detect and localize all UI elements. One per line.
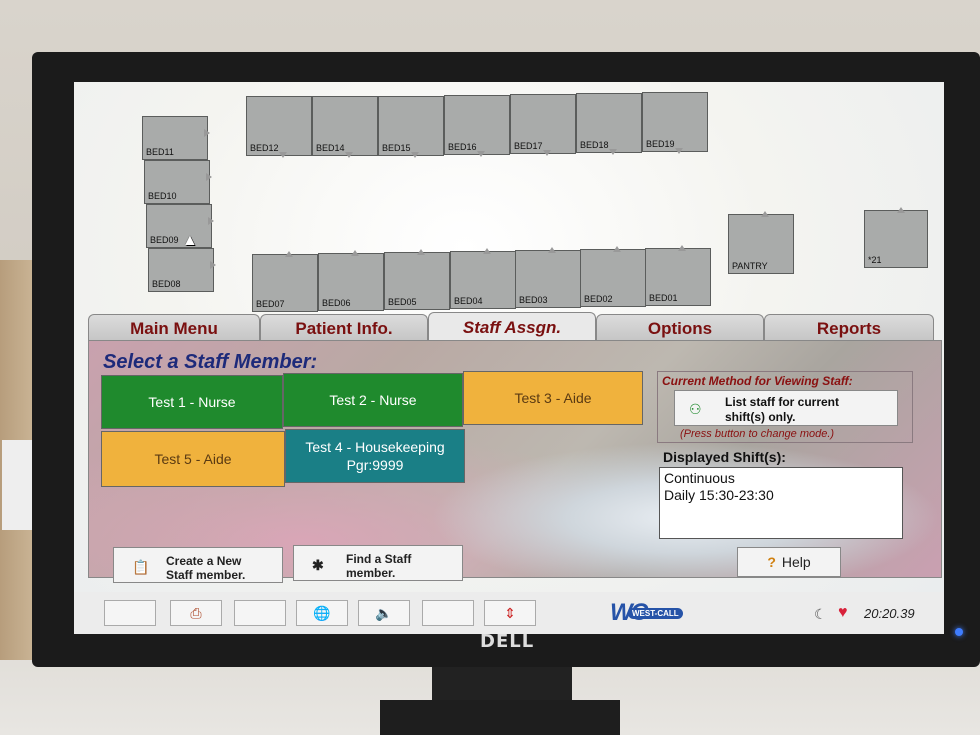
view-method-title: Current Method for Viewing Staff: [662, 374, 853, 388]
room-label: BED12 [250, 143, 279, 153]
find-staff-button[interactable]: ✱ Find a Staff member. [293, 545, 463, 581]
room-label: BED03 [519, 295, 548, 305]
taskbar: ⎙ 🌐 🔈 ⇕ WC WEST-CALL ☾ ♥ 20:20.39 [74, 592, 944, 634]
room-bed18[interactable]: BED18 [576, 93, 642, 155]
help-button[interactable]: ? Help [737, 547, 841, 577]
mouse-cursor-icon: ▲ [182, 232, 198, 249]
staff-button-test4[interactable]: Test 4 - Housekeeping Pgr:9999 [285, 429, 465, 483]
create-line1: Create a New [166, 554, 242, 568]
room-bed12[interactable]: BED12 [246, 96, 312, 158]
tab-main-menu[interactable]: Main Menu [88, 314, 260, 342]
room-bed02[interactable]: BED02 [580, 246, 646, 307]
room-label: BED17 [514, 141, 543, 151]
staff-label: Test 5 - Aide [154, 451, 232, 467]
shift-item: Daily 15:30-23:30 [664, 487, 774, 503]
room-bed14[interactable]: BED14 [312, 96, 378, 158]
app-screen: BED12 BED14 BED15 BED16 BED17 BED18 BED1… [74, 82, 944, 634]
shift-item: Continuous [664, 470, 735, 486]
staff-button-test2[interactable]: Test 2 - Nurse [283, 373, 463, 427]
staff-label: Test 3 - Aide [514, 390, 592, 406]
room-label: BED09 [150, 235, 179, 245]
room-bed06[interactable]: BED06 [318, 250, 384, 311]
room-label: BED07 [256, 299, 285, 309]
find-line1: Find a Staff [346, 552, 412, 566]
room-bed07[interactable]: BED07 [252, 251, 318, 312]
tab-staff-assgn[interactable]: Staff Assgn. [428, 312, 596, 342]
room-label: BED14 [316, 143, 345, 153]
westcall-logo: WC WEST-CALL [610, 599, 706, 626]
room-bed17[interactable]: BED17 [510, 94, 576, 156]
staff-assign-panel: Select a Staff Member: Test 1 - Nurse Te… [88, 340, 942, 583]
view-method-box: Current Method for Viewing Staff: ⚇ List… [657, 371, 913, 443]
person-icon: ⚇ [689, 401, 702, 417]
room-bed04[interactable]: BED04 [450, 248, 516, 309]
panel-title: Select a Staff Member: [103, 351, 318, 373]
room-bed16[interactable]: BED16 [444, 95, 510, 157]
room-label: BED05 [388, 297, 417, 307]
staff-label: Test 1 - Nurse [148, 394, 236, 410]
room-pantry[interactable]: PANTRY [728, 211, 794, 274]
staff-label: Test 2 - Nurse [329, 392, 417, 408]
room-label: BED18 [580, 140, 609, 150]
displayed-shifts-list[interactable]: Continuous Daily 15:30-23:30 [659, 467, 903, 539]
method-line1: List staff for current [725, 395, 840, 409]
room-bed03[interactable]: BED03 [515, 247, 581, 308]
find-line2: member. [346, 566, 396, 580]
room-bed09[interactable]: BED09 [146, 204, 214, 248]
power-led [955, 628, 963, 636]
method-line2: shift(s) only. [725, 410, 796, 424]
room-label: BED10 [148, 191, 177, 201]
room-bed11[interactable]: BED11 [142, 116, 210, 160]
taskbar-blank-button[interactable] [104, 600, 156, 626]
room-bed05[interactable]: BED05 [384, 249, 450, 310]
room-label: BED16 [448, 142, 477, 152]
staff-label: Test 4 - Housekeeping [305, 439, 445, 455]
room-bed15[interactable]: BED15 [378, 96, 444, 158]
room-label: BED15 [382, 143, 411, 153]
taskbar-blank-button[interactable] [422, 600, 474, 626]
displayed-shifts-title: Displayed Shift(s): [663, 449, 786, 465]
room-label: BED01 [649, 293, 678, 303]
clipboard-icon: 📋 [132, 559, 150, 575]
room-label: *21 [868, 255, 882, 265]
staff-pager: Pgr:9999 [346, 457, 404, 473]
room-21[interactable]: *21 [864, 207, 928, 268]
logo-text: WEST-CALL [627, 607, 683, 619]
monitor-brand: DELL [480, 631, 535, 652]
room-label: BED11 [146, 147, 174, 157]
room-bed10[interactable]: BED10 [144, 160, 212, 204]
room-label: PANTRY [732, 261, 768, 271]
heart-icon[interactable]: ♥ [838, 604, 848, 622]
printer-icon[interactable]: ⎙ [170, 600, 222, 626]
create-line2: Staff member. [166, 568, 246, 582]
room-label: BED04 [454, 296, 483, 306]
view-method-button[interactable]: ⚇ List staff for current shift(s) only. [674, 390, 898, 426]
room-label: BED19 [646, 139, 675, 149]
tab-reports[interactable]: Reports [764, 314, 934, 342]
tab-options[interactable]: Options [596, 314, 764, 342]
room-bed01[interactable]: BED01 [645, 245, 711, 306]
tab-patient-info[interactable]: Patient Info. [260, 314, 428, 342]
updown-arrows-icon[interactable]: ⇕ [484, 600, 536, 626]
staff-button-test5[interactable]: Test 5 - Aide [101, 431, 285, 487]
create-staff-button[interactable]: 📋 Create a New Staff member. [113, 547, 283, 583]
clock: 20:20.39 [864, 606, 915, 621]
taskbar-blank-button[interactable] [234, 600, 286, 626]
room-bed19[interactable]: BED19 [642, 92, 708, 154]
moon-icon[interactable]: ☾ [814, 606, 827, 623]
room-label: BED08 [152, 279, 181, 289]
staff-button-test3[interactable]: Test 3 - Aide [463, 371, 643, 425]
help-label: Help [781, 554, 811, 570]
globe-icon[interactable]: 🌐 [296, 600, 348, 626]
search-people-icon: ✱ [312, 557, 324, 573]
room-bed08[interactable]: BED08 [148, 248, 216, 292]
view-method-hint: (Press button to change mode.) [680, 428, 835, 440]
speaker-icon[interactable]: 🔈 [358, 600, 410, 626]
staff-button-test1[interactable]: Test 1 - Nurse [101, 375, 283, 429]
help-icon: ? [767, 554, 776, 570]
room-label: BED06 [322, 298, 351, 308]
room-label: BED02 [584, 294, 613, 304]
monitor-stand-base [380, 700, 620, 735]
